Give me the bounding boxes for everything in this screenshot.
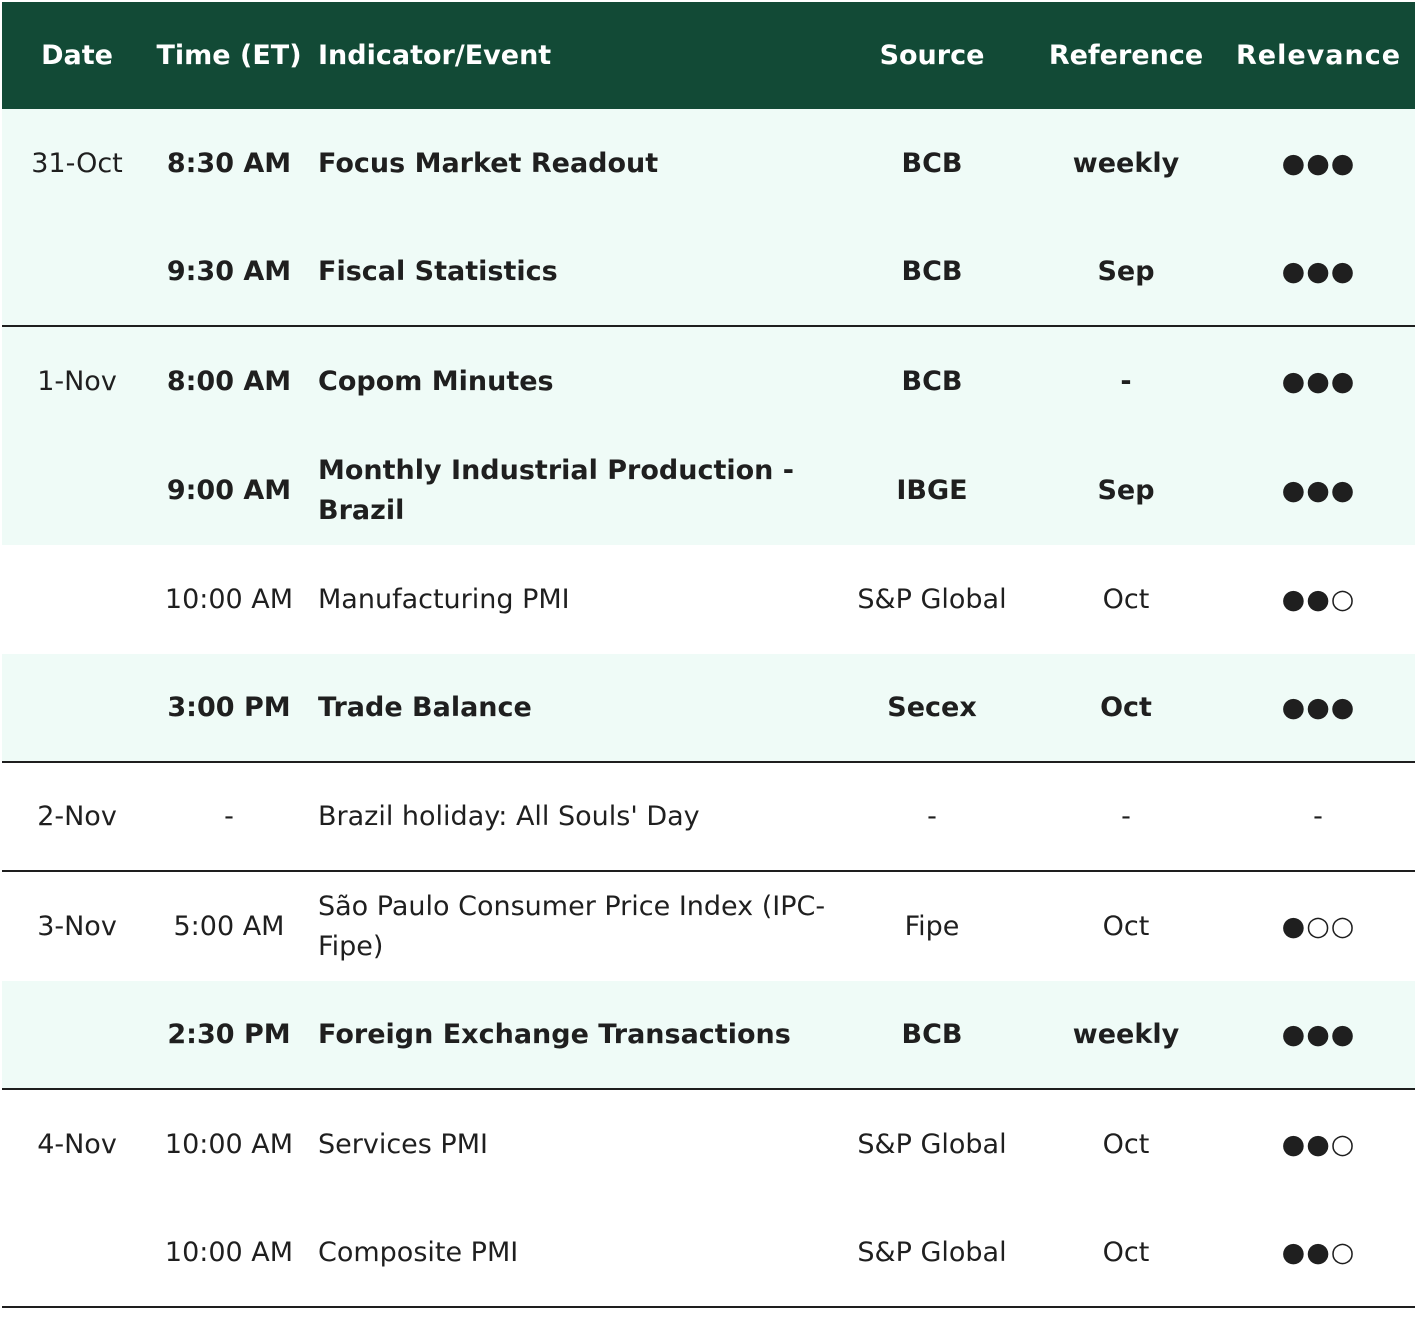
row-relevance: ●●○ <box>1281 583 1356 615</box>
row-event: Fiscal Statistics <box>318 255 558 287</box>
row-event: Manufacturing PMI <box>318 583 570 615</box>
row-reference: weekly <box>1072 147 1180 179</box>
table-header: Date Time (ET) Indicator/Event Source Re… <box>2 2 1415 109</box>
row-source: S&P Global <box>857 1236 1007 1268</box>
row-time: 3:00 PM <box>167 691 291 723</box>
row-source: IBGE <box>896 474 968 506</box>
row-time: 8:30 AM <box>166 147 292 179</box>
row-source: BCB <box>901 147 963 179</box>
row-event: Services PMI <box>318 1128 488 1160</box>
row-time: 9:00 AM <box>166 474 292 506</box>
table-row: 9:30 AM Fiscal Statistics BCB Sep ●●● <box>2 218 1415 327</box>
table-row: 3-Nov 5:00 AM São Paulo Consumer Price I… <box>2 872 1415 981</box>
row-time: 10:00 AM <box>164 1128 294 1160</box>
row-relevance: ●●● <box>1281 365 1356 397</box>
row-relevance: ●●● <box>1281 147 1356 179</box>
row-source: S&P Global <box>857 583 1007 615</box>
row-date: 31-Oct <box>31 147 123 179</box>
row-reference: Sep <box>1097 474 1155 506</box>
table-row: 1-Nov 8:00 AM Copom Minutes BCB - ●●● <box>2 327 1415 436</box>
row-time: 5:00 AM <box>173 910 285 942</box>
row-source: BCB <box>901 1018 963 1050</box>
row-date: 4-Nov <box>37 1128 117 1160</box>
row-event: Trade Balance <box>318 691 532 723</box>
table-row: 10:00 AM Composite PMI S&P Global Oct ●●… <box>2 1199 1415 1308</box>
header-event: Indicator/Event <box>318 39 552 71</box>
row-source: Secex <box>887 691 977 723</box>
row-time: 10:00 AM <box>164 1236 294 1268</box>
row-event: Foreign Exchange Transactions <box>318 1018 791 1050</box>
row-reference: Oct <box>1102 583 1150 615</box>
row-source: BCB <box>901 365 963 397</box>
row-event: Copom Minutes <box>318 365 554 397</box>
row-relevance: ●●● <box>1281 474 1356 506</box>
header-relevance: Relevance <box>1235 39 1402 71</box>
row-relevance: ●●● <box>1281 255 1356 287</box>
row-reference: Oct <box>1102 910 1150 942</box>
row-source: S&P Global <box>857 1128 1007 1160</box>
row-reference: - <box>1120 365 1132 397</box>
row-relevance: ●●● <box>1281 691 1356 723</box>
row-reference: Oct <box>1102 1236 1150 1268</box>
table-row: 31-Oct 8:30 AM Focus Market Readout BCB … <box>2 109 1415 218</box>
table-row: 10:00 AM Manufacturing PMI S&P Global Oc… <box>2 545 1415 654</box>
row-source: BCB <box>901 255 963 287</box>
row-reference: - <box>1121 800 1131 832</box>
row-time: 8:00 AM <box>166 365 292 397</box>
row-date: 2-Nov <box>37 800 117 832</box>
row-date: 3-Nov <box>37 910 117 942</box>
row-event: Brazil holiday: All Souls' Day <box>318 800 700 832</box>
row-reference: Oct <box>1102 1128 1150 1160</box>
header-date: Date <box>41 39 113 71</box>
row-time: - <box>224 800 234 832</box>
row-relevance: - <box>1313 800 1324 832</box>
row-time: 10:00 AM <box>164 583 294 615</box>
row-time: 2:30 PM <box>167 1018 291 1050</box>
row-relevance: ●○○ <box>1281 910 1356 942</box>
row-source: Fipe <box>904 910 960 942</box>
table-row: 4-Nov 10:00 AM Services PMI S&P Global O… <box>2 1090 1415 1199</box>
row-relevance: ●●● <box>1281 1018 1356 1050</box>
table-row: 2-Nov - Brazil holiday: All Souls' Day -… <box>2 763 1415 872</box>
row-event: São Paulo Consumer Price Index (IPC-Fipe… <box>318 890 826 962</box>
row-source: - <box>927 800 937 832</box>
header-reference: Reference <box>1048 39 1204 71</box>
row-event: Focus Market Readout <box>318 147 659 179</box>
row-date: 1-Nov <box>37 365 117 397</box>
row-time: 9:30 AM <box>166 255 292 287</box>
economic-calendar-table: Date Time (ET) Indicator/Event Source Re… <box>2 2 1415 1308</box>
table-row: 9:00 AM Monthly Industrial Production - … <box>2 436 1415 545</box>
header-source: Source <box>879 39 985 71</box>
row-relevance: ●●○ <box>1281 1236 1356 1268</box>
row-event: Monthly Industrial Production - Brazil <box>318 454 795 526</box>
table-row: 2:30 PM Foreign Exchange Transactions BC… <box>2 981 1415 1090</box>
row-reference: Sep <box>1097 255 1155 287</box>
header-time: Time (ET) <box>156 39 302 71</box>
row-relevance: ●●○ <box>1281 1128 1356 1160</box>
row-reference: Oct <box>1100 691 1152 723</box>
row-reference: weekly <box>1072 1018 1180 1050</box>
row-event: Composite PMI <box>318 1236 519 1268</box>
table-row: 3:00 PM Trade Balance Secex Oct ●●● <box>2 654 1415 763</box>
